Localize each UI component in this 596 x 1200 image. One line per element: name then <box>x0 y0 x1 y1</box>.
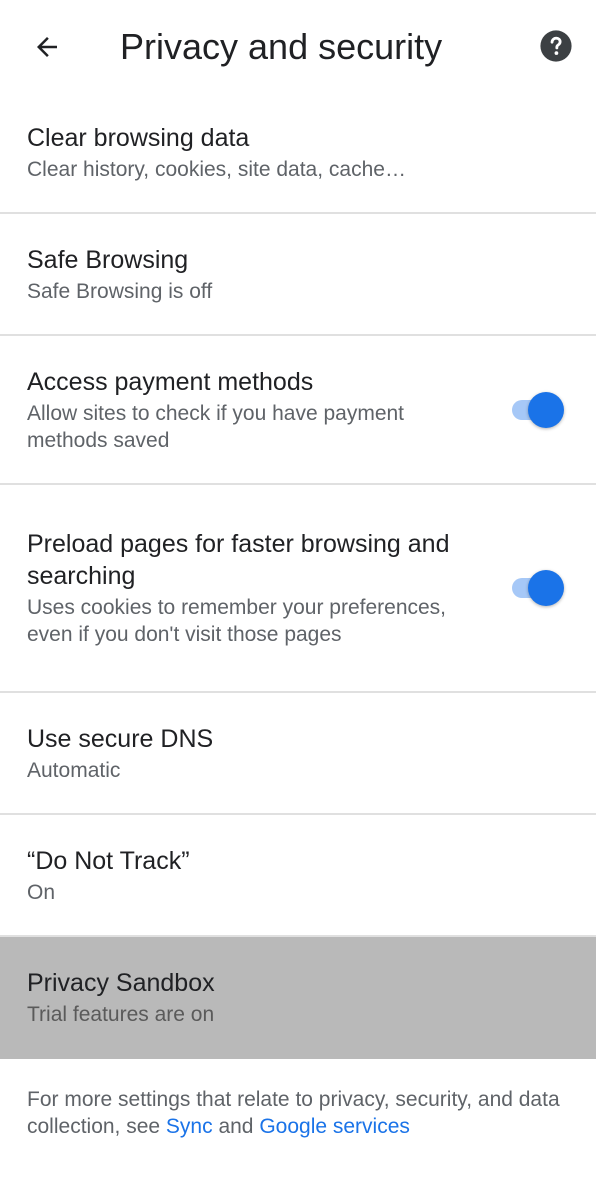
item-title: Use secure DNS <box>27 724 214 753</box>
item-subtitle: Allow sites to check if you have payment… <box>27 401 405 452</box>
list-item-safe-browsing[interactable]: Safe Browsing Safe Browsing is off <box>0 214 596 336</box>
item-title: Safe Browsing <box>27 245 189 274</box>
item-title: Access payment methods <box>27 367 314 396</box>
item-subtitle: Clear history, cookies, site data, cache… <box>27 157 406 181</box>
top-app-bar: Privacy and security <box>0 0 596 95</box>
item-subtitle: Safe Browsing is off <box>27 279 213 303</box>
list-item-secure-dns[interactable]: Use secure DNS Automatic <box>0 693 596 815</box>
settings-list: Clear browsing data Clear history, cooki… <box>0 92 596 1059</box>
toggle-thumb <box>528 391 564 428</box>
item-subtitle: Trial features are on <box>27 1002 215 1026</box>
item-title: Clear browsing data <box>27 123 250 152</box>
item-title: Privacy Sandbox <box>27 968 215 997</box>
help-circle-icon <box>540 30 572 62</box>
preload-pages-toggle[interactable] <box>510 568 566 608</box>
list-item-access-payment-methods[interactable]: Access payment methods Allow sites to ch… <box>0 336 596 485</box>
google-services-link[interactable]: Google services <box>259 1115 410 1138</box>
arrow-back-icon <box>37 37 57 57</box>
footer-note: For more settings that relate to privacy… <box>27 1086 572 1140</box>
footer-text-between: and <box>212 1115 260 1138</box>
back-button[interactable] <box>22 22 72 72</box>
item-title: Preload pages for faster browsing and se… <box>27 530 450 590</box>
sync-link[interactable]: Sync <box>166 1115 213 1138</box>
item-title: “Do Not Track” <box>27 846 190 875</box>
page-title: Privacy and security <box>120 26 443 67</box>
item-subtitle: Uses cookies to remember your preference… <box>27 596 447 646</box>
item-subtitle: On <box>27 880 56 904</box>
list-item-preload-pages[interactable]: Preload pages for faster browsing and se… <box>0 485 596 693</box>
list-item-clear-browsing-data[interactable]: Clear browsing data Clear history, cooki… <box>0 92 596 214</box>
list-item-privacy-sandbox[interactable]: Privacy Sandbox Trial features are on <box>0 937 596 1059</box>
payment-methods-toggle[interactable] <box>510 390 566 430</box>
item-subtitle: Automatic <box>27 758 121 782</box>
help-button[interactable] <box>536 26 576 66</box>
list-item-do-not-track[interactable]: “Do Not Track” On <box>0 815 596 937</box>
toggle-thumb <box>528 570 564 606</box>
